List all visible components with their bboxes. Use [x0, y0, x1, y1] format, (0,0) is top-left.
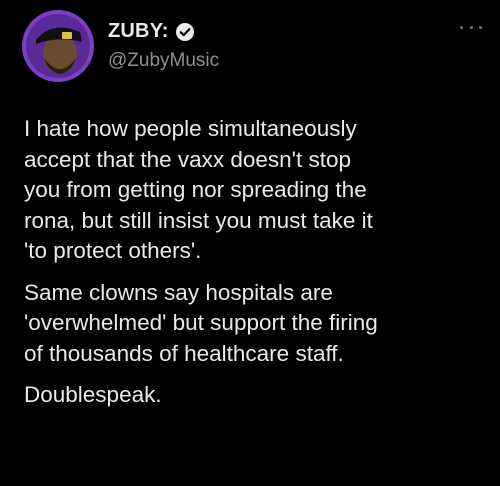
display-name[interactable]: ZUBY: — [108, 20, 169, 43]
tweet-paragraph: Same clowns say hospitals are 'overwhelm… — [24, 279, 378, 366]
more-dot — [479, 25, 482, 29]
tweet-text: I hate how people simultaneously accept … — [24, 114, 486, 422]
more-dot — [469, 25, 473, 29]
user-handle[interactable]: @ZubyMusic — [108, 50, 219, 72]
tweet-paragraph: Doublespeak. — [24, 382, 162, 407]
verified-badge-icon — [175, 22, 195, 42]
avatar[interactable] — [22, 10, 94, 82]
tweet-paragraph: I hate how people simultaneously accept … — [24, 116, 373, 263]
author-name-row[interactable]: ZUBY: — [108, 20, 195, 43]
avatar-image — [22, 10, 94, 82]
more-dot — [460, 25, 463, 29]
tweet-card: ZUBY: @ZubyMusic I hate how people simul… — [0, 0, 500, 486]
more-horizontal-icon[interactable] — [460, 22, 482, 32]
